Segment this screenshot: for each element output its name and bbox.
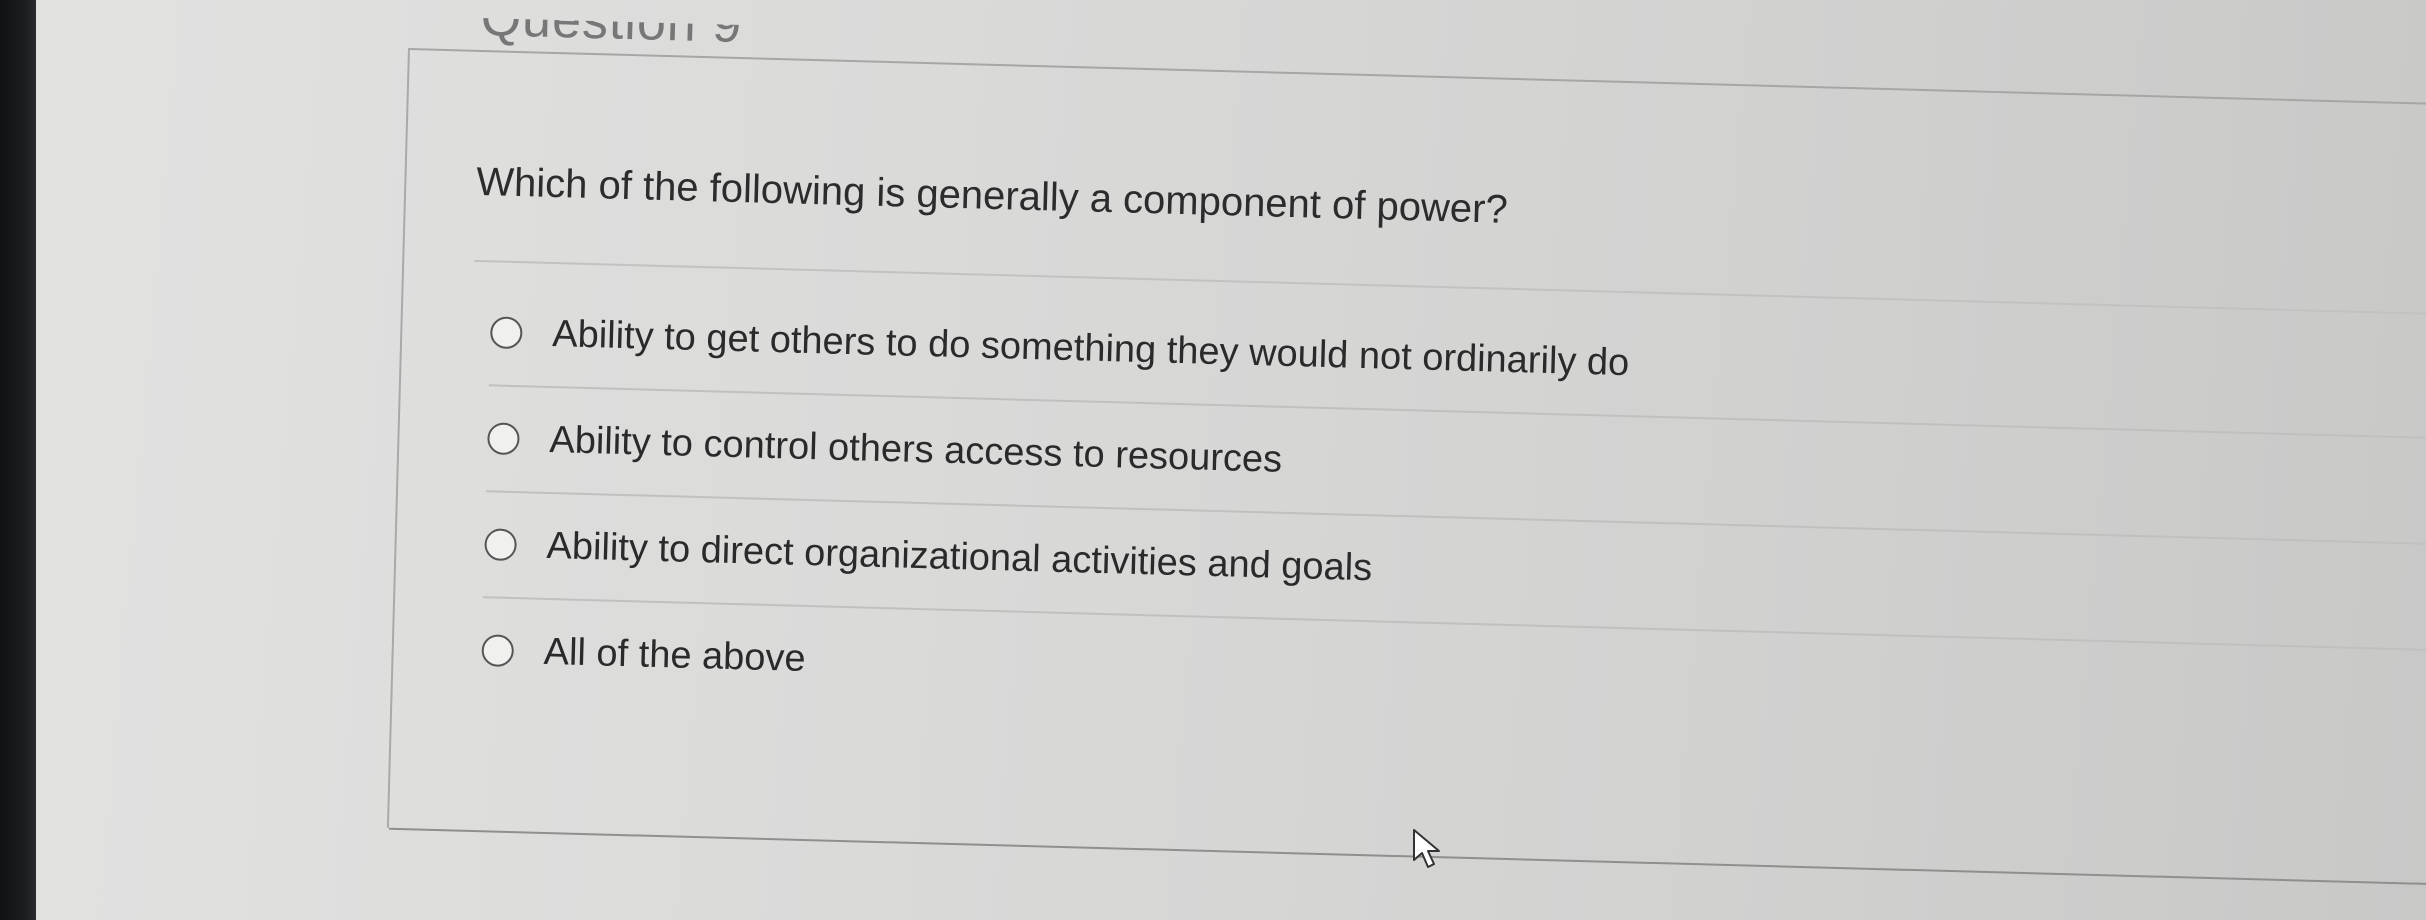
quiz-screen: Question 9 Which of the following is gen… (36, 0, 2426, 920)
mouse-pointer-icon (1413, 829, 1440, 868)
answer-option-label[interactable]: Ability to direct organizational activit… (546, 524, 1373, 589)
answer-option-label[interactable]: All of the above (543, 630, 806, 680)
card-bottom-border (388, 827, 2426, 887)
answer-options: Ability to get others to do something th… (480, 280, 2426, 755)
answer-option-label[interactable]: Ability to control others access to reso… (549, 418, 1283, 481)
question-text: Which of the following is generally a co… (475, 159, 1509, 232)
question-heading: Question 9 (480, 0, 744, 55)
radio-button-icon[interactable] (484, 528, 518, 562)
screen-bezel (0, 0, 36, 920)
radio-button-icon[interactable] (487, 422, 520, 456)
question-card: Question 9 Which of the following is gen… (386, 48, 2426, 887)
card-top-border (409, 48, 2426, 107)
radio-button-icon[interactable] (489, 316, 523, 350)
radio-button-icon[interactable] (481, 634, 515, 668)
answer-option-label[interactable]: Ability to get others to do something th… (552, 313, 1630, 385)
